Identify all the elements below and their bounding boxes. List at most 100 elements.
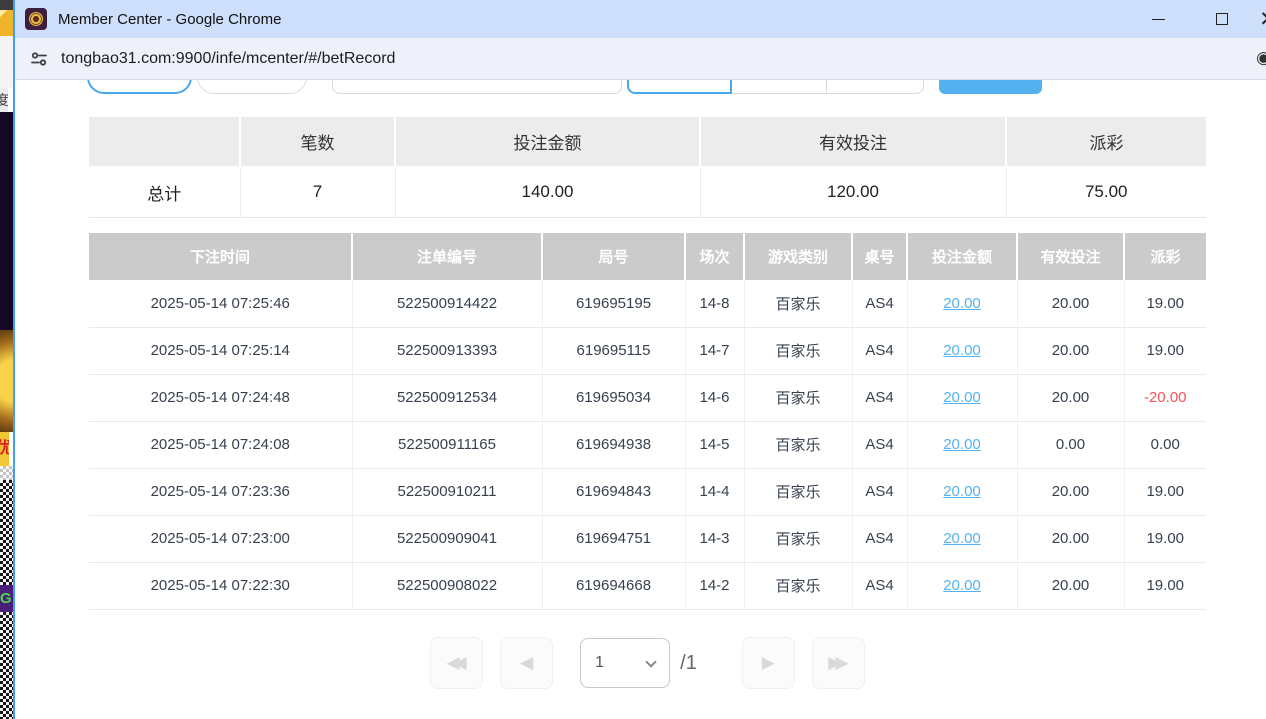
cell-time: 2025-05-14 07:25:14	[89, 327, 352, 374]
bet-amount-link[interactable]: 20.00	[943, 436, 981, 453]
cell-game_type: 百家乐	[744, 327, 852, 374]
bet-record-table: 下注时间注单编号局号场次游戏类别桌号投注金额有效投注派彩 2025-05-14 …	[89, 233, 1206, 610]
bet-col-header-2: 局号	[542, 233, 685, 280]
segment-option[interactable]	[827, 80, 924, 94]
close-button[interactable]: ✕	[1246, 0, 1266, 38]
cell-time: 2025-05-14 07:24:48	[89, 374, 352, 421]
summary-col-header-4: 派彩	[1006, 117, 1206, 167]
background-strip	[0, 466, 13, 480]
cell-time: 2025-05-14 07:22:30	[89, 562, 352, 609]
cell-payout: 19.00	[1124, 327, 1206, 374]
first-page-button[interactable]: ◀◀	[430, 637, 483, 689]
pagination: ◀◀ ◀ 1 /1 ▶ ▶▶	[89, 636, 1206, 690]
browser-window: Member Center - Google Chrome ✕ tongbao3…	[13, 0, 1266, 719]
cell-time: 2025-05-14 07:24:08	[89, 421, 352, 468]
bet-amount-link[interactable]: 20.00	[943, 530, 981, 547]
bet-col-header-0: 下注时间	[89, 233, 352, 280]
page-select-value: 1	[595, 654, 604, 672]
cell-game_type: 百家乐	[744, 515, 852, 562]
summary-total-label: 总计	[89, 167, 240, 217]
cell-time: 2025-05-14 07:25:46	[89, 280, 352, 327]
cell-bet_amount: 20.00	[907, 280, 1017, 327]
table-row: 2025-05-14 07:22:30522500908022619694668…	[89, 562, 1206, 609]
maximize-button[interactable]	[1200, 0, 1244, 38]
background-text-fragment: 优	[0, 432, 9, 466]
background-strip	[0, 0, 13, 10]
cell-round_no: 619694938	[542, 421, 685, 468]
cell-bet_amount: 20.00	[907, 515, 1017, 562]
cell-table_no: AS4	[852, 468, 907, 515]
summary-col-header-1: 笔数	[240, 117, 395, 167]
first-page-icon: ◀◀	[447, 653, 461, 673]
cell-round_no: 619695195	[542, 280, 685, 327]
next-page-icon: ▶	[762, 653, 775, 673]
url-text[interactable]: tongbao31.com:9900/infe/mcenter/#/betRec…	[61, 50, 395, 68]
cell-order_no: 522500912534	[352, 374, 542, 421]
page-select[interactable]: 1	[580, 638, 670, 688]
background-strip	[0, 112, 13, 330]
cell-game_type: 百家乐	[744, 280, 852, 327]
search-input[interactable]	[332, 80, 622, 94]
segment-option-selected[interactable]	[627, 80, 732, 94]
page-total-label: /1	[680, 652, 697, 675]
bet-col-header-7: 有效投注	[1017, 233, 1124, 280]
cell-valid_bet: 20.00	[1017, 327, 1124, 374]
next-page-button[interactable]: ▶	[742, 637, 795, 689]
summary-header-row: 笔数投注金额有效投注派彩	[89, 117, 1206, 167]
last-page-icon: ▶▶	[828, 653, 842, 673]
cell-bet_amount: 20.00	[907, 468, 1017, 515]
cell-bet_amount: 20.00	[907, 327, 1017, 374]
cell-round_no: 619694843	[542, 468, 685, 515]
cell-session: 14-2	[685, 562, 744, 609]
bet-amount-link[interactable]: 20.00	[943, 342, 981, 359]
cell-order_no: 522500909041	[352, 515, 542, 562]
bet-col-header-1: 注单编号	[352, 233, 542, 280]
background-strip	[0, 36, 13, 88]
previous-page-button[interactable]: ◀	[500, 637, 553, 689]
cell-order_no: 522500910211	[352, 468, 542, 515]
cell-round_no: 619694668	[542, 562, 685, 609]
table-row: 2025-05-14 07:25:14522500913393619695115…	[89, 327, 1206, 374]
cell-table_no: AS4	[852, 280, 907, 327]
site-favicon-icon	[25, 8, 47, 30]
bet-amount-link[interactable]: 20.00	[943, 577, 981, 594]
previous-page-icon: ◀	[520, 653, 533, 673]
cell-table_no: AS4	[852, 562, 907, 609]
background-strip	[0, 10, 13, 36]
cell-game_type: 百家乐	[744, 562, 852, 609]
cell-payout: 19.00	[1124, 515, 1206, 562]
summary-bet-amount: 140.00	[395, 167, 700, 217]
summary-col-header-3: 有效投注	[700, 117, 1006, 167]
bet-col-header-6: 投注金额	[907, 233, 1017, 280]
site-settings-tune-icon[interactable]	[28, 48, 50, 70]
bet-amount-link[interactable]: 20.00	[943, 389, 981, 406]
cell-time: 2025-05-14 07:23:36	[89, 468, 352, 515]
bet-col-header-4: 游戏类别	[744, 233, 852, 280]
cell-game_type: 百家乐	[744, 374, 852, 421]
bet-amount-link[interactable]: 20.00	[943, 295, 981, 312]
cell-round_no: 619694751	[542, 515, 685, 562]
segment-option[interactable]	[732, 80, 827, 94]
date-range-segmented-control	[627, 80, 924, 94]
cell-valid_bet: 0.00	[1017, 421, 1124, 468]
cell-order_no: 522500908022	[352, 562, 542, 609]
bet-col-header-3: 场次	[685, 233, 744, 280]
background-qr-pattern	[0, 480, 13, 585]
last-page-button[interactable]: ▶▶	[812, 637, 865, 689]
search-submit-button[interactable]	[939, 80, 1042, 94]
cell-valid_bet: 20.00	[1017, 374, 1124, 421]
bet-amount-link[interactable]: 20.00	[943, 483, 981, 500]
cell-table_no: AS4	[852, 421, 907, 468]
minimize-button[interactable]	[1136, 0, 1180, 38]
table-row: 2025-05-14 07:23:00522500909041619694751…	[89, 515, 1206, 562]
filter-button-secondary[interactable]	[197, 80, 307, 94]
target-icon[interactable]: ◉	[1256, 48, 1266, 68]
bet-col-header-5: 桌号	[852, 233, 907, 280]
table-row: 2025-05-14 07:24:48522500912534619695034…	[89, 374, 1206, 421]
cell-order_no: 522500911165	[352, 421, 542, 468]
filter-button-primary[interactable]	[87, 80, 192, 94]
background-qr-pattern	[0, 612, 13, 719]
cell-table_no: AS4	[852, 374, 907, 421]
desktop-background: 度 优 G	[0, 0, 13, 719]
cell-time: 2025-05-14 07:23:00	[89, 515, 352, 562]
